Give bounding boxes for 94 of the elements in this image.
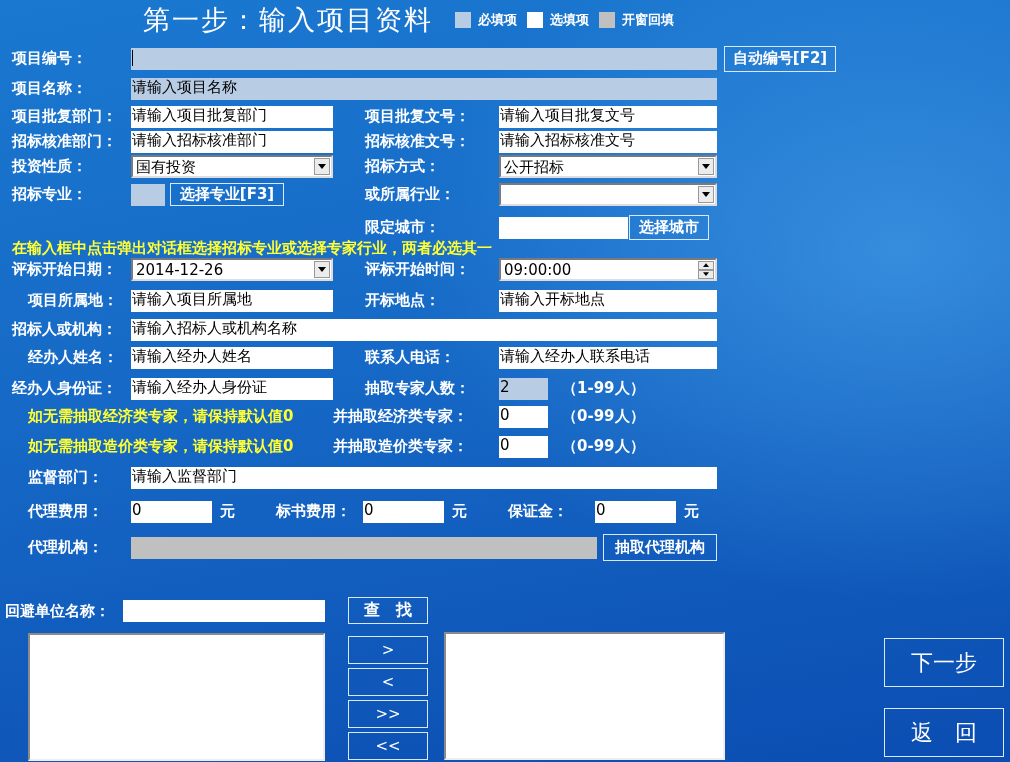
text-field[interactable]: [131, 47, 717, 70]
dropdown-button[interactable]: [314, 261, 330, 278]
field-label: 项目批复部门：: [12, 107, 118, 126]
field-label: 招标核准部门：: [12, 132, 118, 151]
action-button[interactable]: 自动编号[F2]: [724, 45, 836, 72]
dropdown-button[interactable]: [698, 186, 714, 203]
dropdown-field[interactable]: [499, 183, 717, 206]
text-field[interactable]: 0: [499, 405, 548, 428]
text-field[interactable]: 请输入监督部门: [131, 466, 717, 489]
caret-icon: [702, 192, 710, 197]
spin-up-button[interactable]: [698, 260, 714, 270]
text-field[interactable]: 0: [363, 500, 444, 523]
text-field[interactable]: [499, 216, 628, 239]
field-label: 或所属行业：: [365, 185, 456, 204]
spin-down-button[interactable]: [698, 269, 714, 279]
hint-text: 如无需抽取造价类专家，请保持默认值0: [28, 437, 295, 456]
field-label: 并抽取造价类专家：: [333, 437, 469, 456]
text-field[interactable]: [131, 183, 165, 206]
search-button[interactable]: 查 找: [348, 597, 428, 624]
field-label: 招标核准文号：: [365, 132, 471, 151]
field-label: 开标地点：: [365, 291, 441, 310]
dropdown-field[interactable]: 国有投资: [131, 155, 333, 178]
field-label: 评标开始时间：: [365, 260, 471, 279]
field-label: 招标人或机构：: [12, 320, 118, 339]
up-arrow-icon: [703, 263, 709, 267]
unit-label: 元: [219, 502, 236, 521]
transfer-button[interactable]: >: [348, 636, 428, 664]
unit-label: 元: [451, 502, 468, 521]
field-label: 评标开始日期：: [12, 260, 118, 279]
field-label: 代理费用：: [28, 502, 104, 521]
list-box[interactable]: [28, 633, 325, 761]
field-label: 项目编号：: [12, 49, 88, 68]
time-field[interactable]: 09:00:00: [499, 258, 717, 281]
field-label: 保证金：: [508, 502, 569, 521]
text-field[interactable]: 请输入经办人联系电话: [499, 346, 717, 369]
text-field[interactable]: 请输入经办人身份证: [131, 377, 333, 400]
down-arrow-icon: [703, 272, 709, 276]
unit-label: （0-99人）: [562, 437, 645, 456]
hint-text: 在输入框中点击弹出对话框选择招标专业或选择专家行业，两者必选其一: [12, 238, 492, 258]
text-field[interactable]: 0: [131, 500, 212, 523]
caret-icon: [318, 267, 326, 272]
text-field[interactable]: 请输入项目名称: [131, 77, 717, 100]
action-button[interactable]: 选择专业[F3]: [170, 183, 284, 206]
hint-text: 如无需抽取经济类专家，请保持默认值0: [28, 407, 295, 426]
field-label: 限定城市：: [365, 218, 441, 237]
text-field[interactable]: 请输入招标核准文号: [499, 130, 717, 153]
legend-label: 选填项: [550, 11, 589, 29]
text-field[interactable]: 2: [499, 377, 548, 400]
page-title: 第一步：输入项目资料: [143, 3, 433, 37]
dropdown-button[interactable]: [698, 158, 714, 175]
legend-label: 必填项: [478, 11, 517, 29]
field-label: 经办人姓名：: [28, 348, 119, 367]
back-button[interactable]: 返 回: [884, 708, 1004, 757]
dropdown-field[interactable]: 公开招标: [499, 155, 717, 178]
field-label: 抽取专家人数：: [365, 379, 471, 398]
unit-label: （1-99人）: [562, 379, 645, 398]
field-label: 回避单位名称：: [5, 601, 111, 621]
text-field[interactable]: [131, 536, 597, 559]
field-label: 项目所属地：: [28, 291, 119, 310]
transfer-button[interactable]: >>: [348, 700, 428, 728]
field-label: 监督部门：: [28, 468, 104, 487]
field-label: 经办人身份证：: [12, 379, 118, 398]
action-button[interactable]: 抽取代理机构: [603, 534, 717, 561]
field-label: 代理机构：: [28, 538, 104, 557]
list-box[interactable]: [444, 632, 725, 760]
unit-label: （0-99人）: [562, 407, 645, 426]
dropdown-field[interactable]: 2014-12-26: [131, 258, 333, 281]
action-button[interactable]: 选择城市: [629, 215, 709, 240]
text-field[interactable]: 请输入项目所属地: [131, 289, 333, 312]
field-label: 联系人电话：: [365, 348, 456, 367]
caret-icon: [702, 164, 710, 169]
text-field[interactable]: 0: [499, 435, 548, 458]
text-field[interactable]: 请输入招标核准部门: [131, 130, 333, 153]
text-field[interactable]: 请输入项目批复部门: [131, 105, 333, 128]
text-field[interactable]: 请输入项目批复文号: [499, 105, 717, 128]
field-label: 招标专业：: [12, 185, 88, 204]
next-button[interactable]: 下一步: [884, 638, 1004, 687]
dropdown-button[interactable]: [314, 158, 330, 175]
field-label: 并抽取经济类专家：: [333, 407, 469, 426]
transfer-button[interactable]: <: [348, 668, 428, 696]
transfer-button[interactable]: <<: [348, 732, 428, 760]
text-field[interactable]: 请输入招标人或机构名称: [131, 318, 717, 341]
text-field[interactable]: 0: [595, 500, 676, 523]
caret-icon: [318, 164, 326, 169]
text-field[interactable]: 请输入经办人姓名: [131, 346, 333, 369]
text-field[interactable]: [123, 600, 325, 622]
field-label: 项目批复文号：: [365, 107, 471, 126]
field-label: 标书费用：: [276, 502, 352, 521]
text-field[interactable]: 请输入开标地点: [499, 289, 717, 312]
field-label: 招标方式：: [365, 157, 441, 176]
unit-label: 元: [683, 502, 699, 521]
legend-label: 开窗回填: [622, 11, 674, 29]
field-label: 投资性质：: [12, 157, 88, 176]
field-label: 项目名称：: [12, 79, 88, 98]
